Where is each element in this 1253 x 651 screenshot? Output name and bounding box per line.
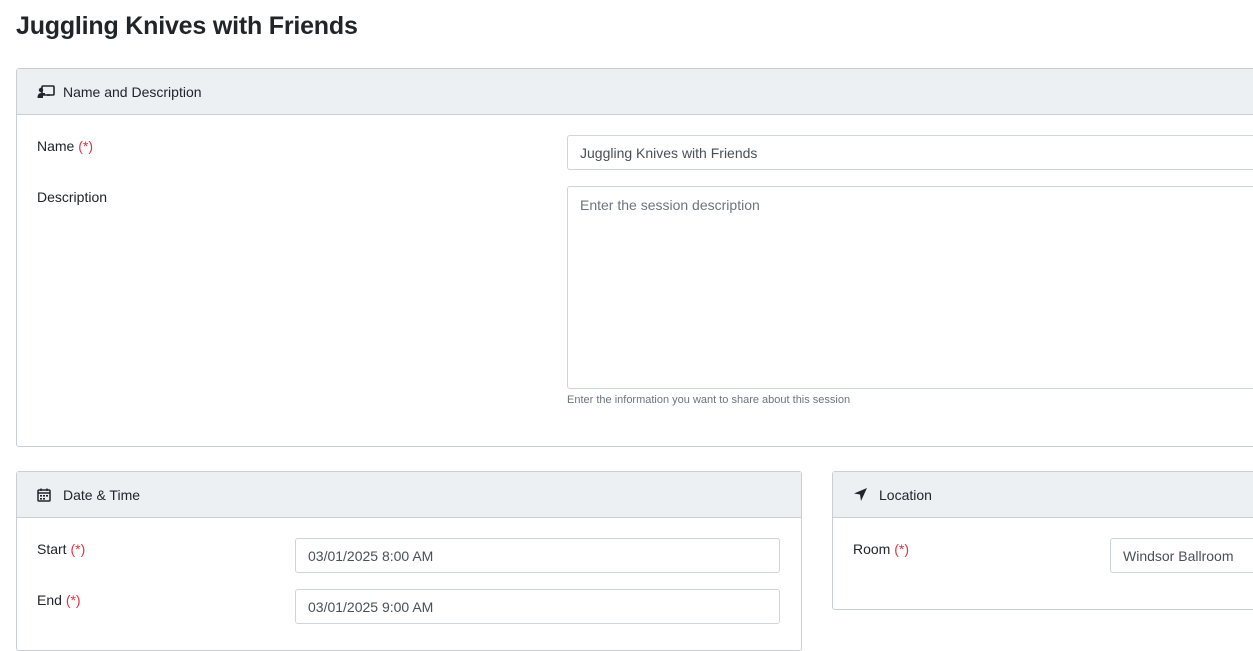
room-input[interactable] — [1110, 538, 1253, 573]
location-arrow-icon — [853, 487, 871, 503]
location-title: Location — [879, 486, 932, 503]
page-title: Juggling Knives with Friends — [16, 12, 358, 40]
date-time-header: Date & Time — [17, 472, 801, 518]
description-label: Description — [37, 189, 108, 205]
start-datetime-input[interactable] — [295, 538, 780, 573]
name-label: Name (*) — [37, 138, 94, 154]
date-time-title: Date & Time — [63, 486, 141, 503]
required-marker: (*) — [78, 138, 94, 154]
required-marker: (*) — [894, 541, 910, 557]
name-input[interactable] — [567, 135, 1253, 170]
end-datetime-input[interactable] — [295, 589, 780, 624]
start-label: Start (*) — [37, 541, 86, 557]
presentation-icon — [37, 84, 55, 100]
description-help-text: Enter the information you want to share … — [567, 394, 851, 406]
room-label: Room (*) — [853, 541, 910, 557]
description-textarea[interactable] — [567, 186, 1253, 389]
required-marker: (*) — [65, 592, 81, 608]
required-marker: (*) — [70, 541, 86, 557]
name-description-title: Name and Description — [63, 83, 202, 100]
name-description-header: Name and Description — [17, 69, 1253, 115]
location-header: Location — [833, 472, 1253, 518]
end-label: End (*) — [37, 592, 81, 608]
calendar-icon — [37, 487, 55, 503]
